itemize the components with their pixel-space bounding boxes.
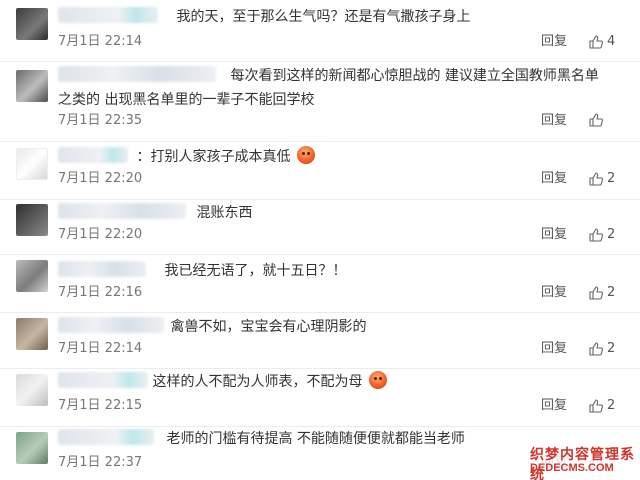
comment-time: 7月1日 22:20 bbox=[58, 227, 143, 242]
comment-time: 7月1日 22:35 bbox=[58, 113, 143, 128]
like-count: 2 bbox=[607, 341, 616, 356]
reply-button[interactable]: 回复 bbox=[541, 33, 567, 51]
like-button[interactable]: 2 bbox=[588, 226, 615, 244]
reply-button[interactable]: 回复 bbox=[541, 284, 567, 302]
reply-button[interactable]: 回复 bbox=[541, 112, 567, 130]
avatar[interactable] bbox=[16, 374, 48, 406]
avatar[interactable] bbox=[16, 432, 48, 464]
comment-time: 7月1日 22:14 bbox=[58, 341, 143, 356]
thumbs-up-icon bbox=[589, 342, 603, 356]
comment-item: 混账东西 7月1日 22:20 回复 2 bbox=[0, 200, 640, 255]
comment-text-continued: 之类的 出现黑名单里的一辈子不能回学校 bbox=[58, 92, 315, 108]
thumbs-up-icon bbox=[589, 113, 603, 127]
username-blurred[interactable] bbox=[58, 7, 158, 23]
angry-emoji-icon bbox=[296, 146, 315, 164]
thumbs-up-icon bbox=[589, 399, 603, 413]
username-blurred[interactable] bbox=[58, 66, 216, 82]
like-button[interactable] bbox=[588, 112, 607, 128]
username-blurred[interactable] bbox=[58, 429, 154, 445]
avatar[interactable] bbox=[16, 260, 48, 292]
reply-button[interactable]: 回复 bbox=[541, 397, 567, 415]
comment-text: 禽兽不如，宝宝会有心理阴影的 bbox=[170, 319, 367, 335]
comment-time: 7月1日 22:16 bbox=[58, 285, 143, 300]
username-blurred[interactable] bbox=[58, 147, 128, 163]
avatar[interactable] bbox=[16, 70, 48, 102]
comment-item: 禽兽不如，宝宝会有心理阴影的 7月1日 22:14 回复 2 bbox=[0, 313, 640, 369]
like-count: 2 bbox=[607, 398, 616, 413]
like-button[interactable]: 2 bbox=[588, 397, 615, 415]
like-count: 2 bbox=[607, 285, 616, 300]
comment-text: 我已经无语了，就十五日？！ bbox=[164, 263, 347, 279]
thumbs-up-icon bbox=[589, 172, 603, 186]
username-blurred[interactable] bbox=[58, 317, 164, 333]
reply-button[interactable]: 回复 bbox=[541, 226, 567, 244]
comment-time: 7月1日 22:15 bbox=[58, 398, 143, 413]
like-count: 2 bbox=[607, 227, 616, 242]
comment-item: 我已经无语了，就十五日？！ 7月1日 22:16 回复 2 bbox=[0, 255, 640, 313]
avatar[interactable] bbox=[16, 318, 48, 350]
comment-text: 混账东西 bbox=[196, 205, 253, 221]
avatar[interactable] bbox=[16, 204, 48, 236]
like-button[interactable]: 2 bbox=[588, 284, 615, 302]
avatar[interactable] bbox=[16, 8, 48, 40]
reply-button[interactable]: 回复 bbox=[541, 340, 567, 358]
thumbs-up-icon bbox=[589, 35, 603, 49]
like-count: 4 bbox=[607, 34, 616, 49]
comment-text: ：打别人家孩子成本真低 bbox=[136, 149, 291, 165]
username-blurred[interactable] bbox=[58, 203, 186, 219]
reply-button[interactable]: 回复 bbox=[541, 170, 567, 188]
comment-time: 7月1日 22:20 bbox=[58, 171, 143, 186]
like-count: 2 bbox=[607, 171, 616, 186]
username-blurred[interactable] bbox=[58, 261, 146, 277]
comment-time: 7月1日 22:37 bbox=[58, 455, 143, 470]
watermark-url: DEDECMS.COM bbox=[530, 462, 614, 474]
comment-item: ：打别人家孩子成本真低 7月1日 22:20 回复 2 bbox=[0, 142, 640, 200]
comment-time: 7月1日 22:14 bbox=[58, 34, 143, 49]
thumbs-up-icon bbox=[589, 228, 603, 242]
comment-item: 我的天，至于那么生气吗？还是有气撒孩子身上 7月1日 22:14 回复 4 bbox=[0, 0, 640, 62]
comment-text: 我的天，至于那么生气吗？还是有气撒孩子身上 bbox=[176, 9, 471, 25]
comment-text: 老师的门槛有待提高 不能随随便便就都能当老师 bbox=[166, 431, 465, 447]
avatar[interactable] bbox=[16, 148, 48, 180]
angry-emoji-icon bbox=[368, 371, 387, 389]
comment-text: 每次看到这样的新闻都心惊胆战的 建议建立全国教师黑名单 bbox=[230, 68, 599, 84]
comment-item: 这样的人不配为人师表，不配为母 7月1日 22:15 回复 2 bbox=[0, 369, 640, 427]
like-button[interactable]: 4 bbox=[588, 33, 615, 51]
comment-text: 这样的人不配为人师表，不配为母 bbox=[152, 374, 363, 390]
like-button[interactable]: 2 bbox=[588, 340, 615, 358]
like-button[interactable]: 2 bbox=[588, 170, 615, 188]
username-blurred[interactable] bbox=[58, 372, 148, 388]
thumbs-up-icon bbox=[589, 286, 603, 300]
comment-item: 每次看到这样的新闻都心惊胆战的 建议建立全国教师黑名单 之类的 出现黑名单里的一… bbox=[0, 62, 640, 142]
